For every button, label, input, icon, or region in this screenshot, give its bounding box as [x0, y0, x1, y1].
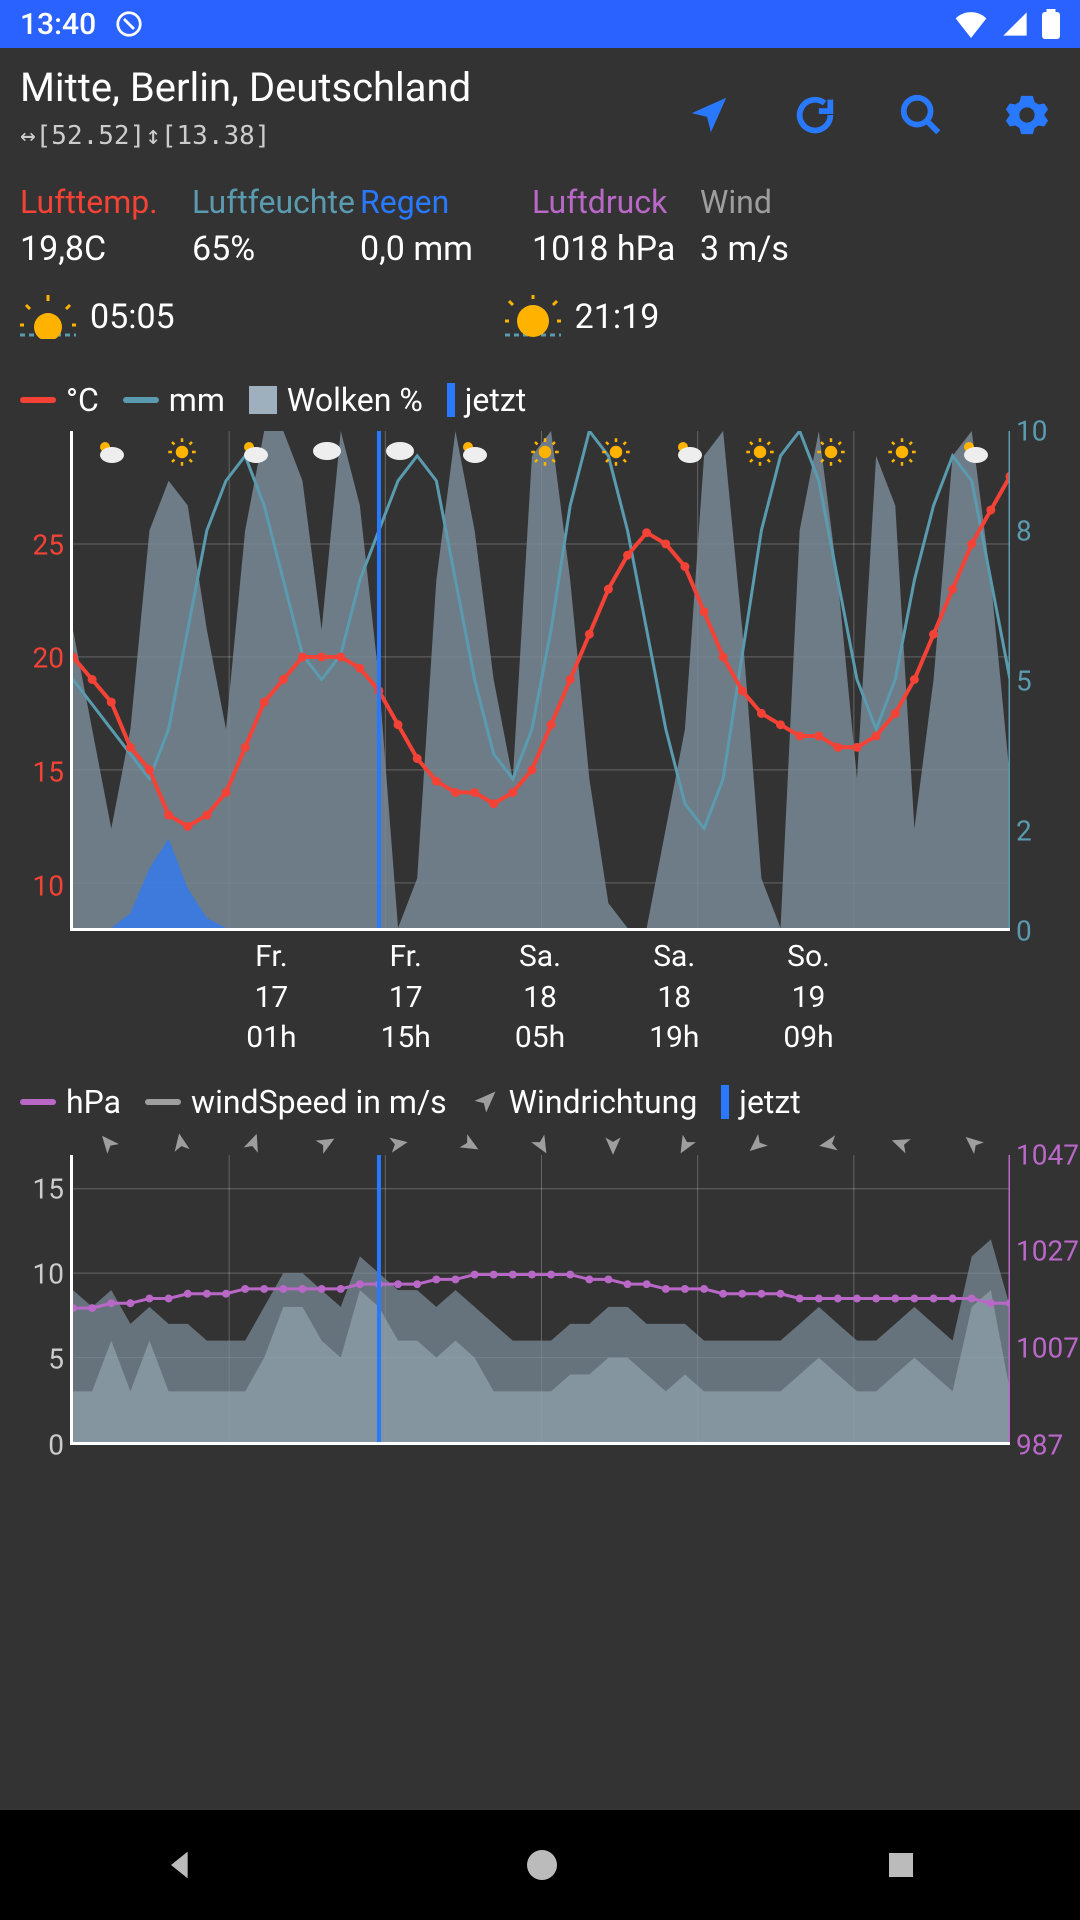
weather-icon — [887, 437, 917, 467]
sunset-time: 21:19 — [575, 297, 660, 337]
weather-icon — [745, 437, 775, 467]
location-coords: ↔[52.52]↕[13.38] — [20, 121, 686, 151]
wind-label: Wind — [700, 183, 789, 221]
nav-home-button[interactable] — [522, 1845, 562, 1885]
weather-icon — [238, 437, 270, 467]
wind-arrow-icon — [166, 1128, 196, 1158]
wind-arrow-icon — [524, 1126, 560, 1162]
wind-arrow-icon — [91, 1125, 128, 1162]
sunrise-icon — [20, 295, 76, 339]
weather-icon — [457, 437, 489, 467]
status-bar: 13:40 — [0, 0, 1080, 48]
press-label: Luftdruck — [532, 183, 700, 221]
search-button[interactable] — [898, 92, 944, 138]
temp-label: Lufttemp. — [20, 183, 192, 221]
locate-button[interactable] — [686, 92, 732, 138]
humid-label: Luftfeuchte — [192, 183, 360, 221]
wind-direction-legend-icon — [471, 1088, 499, 1116]
wind-arrow-icon — [739, 1125, 776, 1162]
wind-arrow-icon — [236, 1127, 269, 1160]
chart2-legend: hPa windSpeed in m/s Windrichtung jetzt — [0, 1059, 1080, 1127]
weather-icon — [530, 437, 560, 467]
humid-value: 65% — [192, 229, 360, 269]
weather-icon — [958, 437, 990, 467]
chart1-xaxis: Fr.1701hFr.1715hSa.1805hSa.1819hSo.1909h — [0, 931, 1080, 1059]
weather-icon — [311, 437, 343, 467]
status-time: 13:40 — [20, 7, 96, 42]
weather-icon — [384, 437, 416, 467]
sunrise-time: 05:05 — [90, 297, 175, 337]
rain-label: Regen — [360, 183, 532, 221]
android-nav-bar — [0, 1810, 1080, 1920]
settings-button[interactable] — [1004, 92, 1050, 138]
wind-arrow-icon — [452, 1126, 488, 1162]
wifi-icon — [954, 10, 988, 38]
wind-arrow-icon — [382, 1128, 412, 1158]
temp-value: 19,8C — [20, 229, 192, 269]
location-title: Mitte, Berlin, Deutschland — [20, 64, 686, 111]
wind-arrow-icon — [307, 1126, 343, 1162]
press-value: 1018 hPa — [532, 229, 700, 269]
weather-icon — [601, 437, 631, 467]
nav-back-button[interactable] — [161, 1845, 201, 1885]
weather-icon — [816, 437, 846, 467]
refresh-button[interactable] — [792, 92, 838, 138]
chart1-legend: °C mm Wolken % jetzt — [0, 351, 1080, 425]
chart-temp-rain-clouds[interactable]: 10152025 025810 — [14, 431, 1066, 931]
nav-recent-button[interactable] — [883, 1847, 919, 1883]
weather-icon — [94, 437, 126, 467]
wind-arrow-icon — [955, 1125, 992, 1162]
wind-arrow-icon — [600, 1131, 626, 1157]
wind-arrow-icon — [885, 1127, 918, 1160]
signal-icon — [1000, 10, 1030, 38]
battery-icon — [1042, 9, 1060, 39]
rain-value: 0,0 mm — [360, 229, 532, 269]
wind-arrow-icon — [815, 1128, 845, 1158]
chart-pressure-wind[interactable]: 051015 987100710271047 — [14, 1155, 1066, 1445]
sync-disabled-icon — [114, 9, 144, 39]
sunset-icon — [505, 295, 561, 339]
wind-arrow-icon — [668, 1126, 704, 1162]
wind-value: 3 m/s — [700, 229, 789, 269]
current-stats: Lufttemp. 19,8C Luftfeuchte 65% Regen 0,0 m… — [0, 151, 1080, 273]
weather-icon — [167, 437, 197, 467]
weather-icon — [672, 437, 704, 467]
